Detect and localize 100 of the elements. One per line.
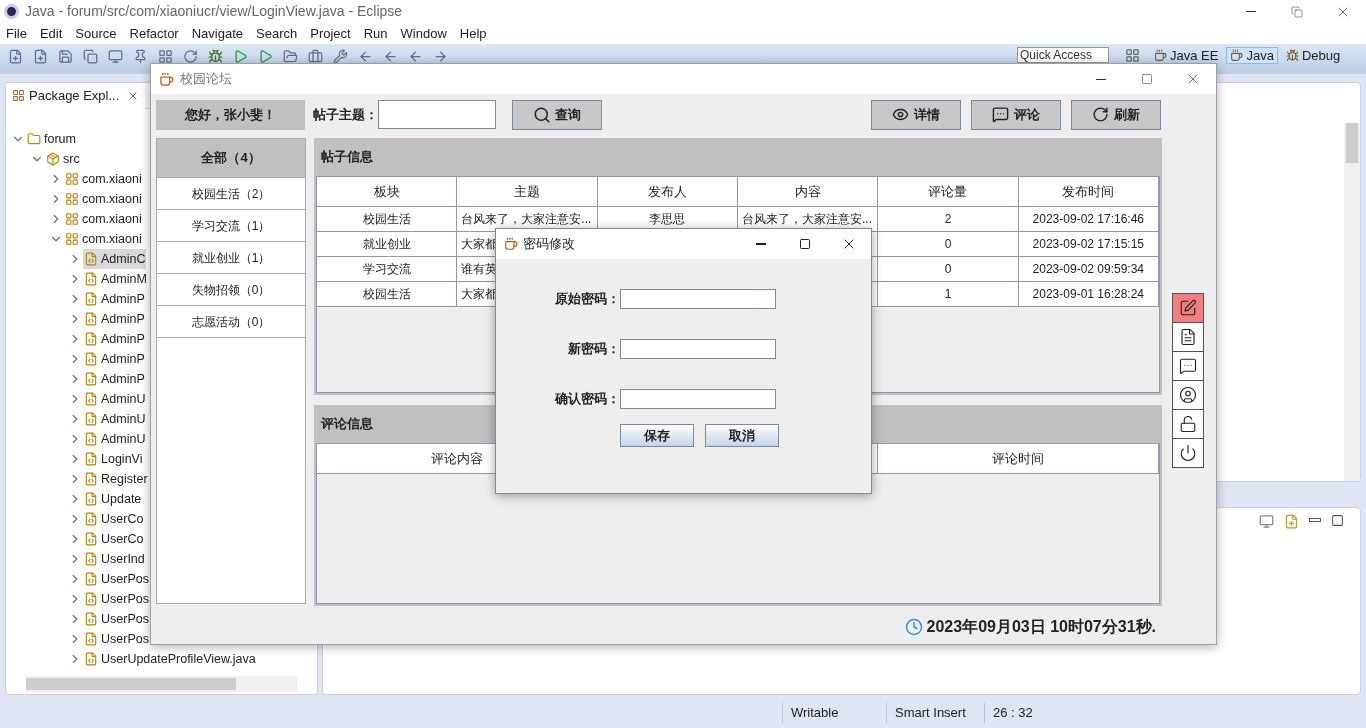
perspective-tab[interactable]: Debug [1281, 47, 1345, 64]
new-console-icon[interactable] [1284, 514, 1299, 529]
side-tool-button[interactable] [1172, 322, 1204, 352]
column-header[interactable]: 板块 [317, 177, 458, 206]
menu-item[interactable]: Source [75, 23, 117, 44]
side-tool-button[interactable] [1172, 409, 1204, 439]
field-label: 确认密码： [553, 390, 620, 409]
category-item[interactable]: 校园生活（2） [157, 178, 305, 210]
menu-item[interactable]: Window [400, 23, 447, 44]
toolbar-icon[interactable] [133, 49, 148, 64]
tree-item[interactable]: AdminU [83, 429, 147, 449]
tree-item[interactable]: UserPos [83, 609, 150, 629]
toolbar-icon[interactable] [183, 49, 198, 64]
category-item[interactable]: 全部（4） [157, 139, 305, 178]
toolbar-icon[interactable] [408, 49, 423, 64]
category-item[interactable]: 就业创业（1） [157, 242, 305, 274]
tree-item[interactable]: com.xiaoni [64, 229, 143, 249]
menu-item[interactable]: Search [256, 23, 298, 44]
table-cell: 就业创业 [317, 232, 458, 256]
action-button[interactable]: 评论 [971, 99, 1061, 130]
table-cell: 2023-09-02 09:59:34 [1018, 257, 1159, 281]
tree-item[interactable]: AdminP [83, 349, 146, 369]
tree-item[interactable]: Update [83, 489, 143, 509]
tree-item[interactable]: AdminP [83, 289, 146, 309]
side-tool-button[interactable] [1172, 438, 1204, 468]
menu-item[interactable]: Refactor [129, 23, 179, 44]
toolbar-icon[interactable] [258, 49, 273, 64]
search-button[interactable]: 查询 [512, 99, 602, 130]
menu-item[interactable]: Navigate [191, 23, 243, 44]
toolbar-icon[interactable] [433, 49, 448, 64]
toolbar-icon[interactable] [283, 49, 298, 64]
column-header[interactable]: 评论时间 [878, 444, 1159, 473]
tree-item[interactable]: com.xiaoni [64, 209, 143, 229]
toolbar-icon[interactable] [108, 49, 123, 64]
tree-item[interactable]: AdminM [83, 269, 148, 289]
tree-item[interactable]: src [45, 149, 81, 169]
tree-item[interactable]: Register [83, 469, 149, 489]
perspective-tab[interactable]: Java [1226, 47, 1278, 64]
toolbar-icon[interactable] [158, 49, 173, 64]
tree-item[interactable]: UserInd [83, 549, 146, 569]
side-tool-button[interactable] [1172, 351, 1204, 381]
tree-item[interactable]: UserCo [83, 509, 145, 529]
side-tool-button[interactable] [1172, 380, 1204, 410]
dialog-button[interactable]: 取消 [705, 424, 779, 447]
tree-item[interactable]: AdminC [83, 249, 147, 269]
toolbar-icon[interactable] [208, 49, 223, 64]
maximize-icon[interactable] [1331, 514, 1344, 527]
tree-item[interactable]: UserPos [83, 569, 150, 589]
tree-item[interactable]: AdminP [83, 309, 146, 329]
tree-item[interactable]: forum [26, 129, 77, 149]
menu-item[interactable]: Project [310, 23, 351, 44]
toolbar-icon[interactable] [358, 49, 373, 64]
column-header[interactable]: 内容 [738, 177, 879, 206]
menu-item[interactable]: File [6, 23, 27, 44]
password-field[interactable] [620, 339, 776, 359]
package-icon [65, 192, 79, 206]
dialog-button[interactable]: 保存 [620, 424, 694, 447]
toolbar-icon[interactable] [333, 49, 348, 64]
category-item[interactable]: 学习交流（1） [157, 210, 305, 242]
toolbar-icon[interactable] [58, 49, 73, 64]
tree-item[interactable]: UserPos [83, 589, 150, 609]
category-item[interactable]: 志愿活动（0） [157, 306, 305, 338]
menu-item[interactable]: Edit [39, 23, 63, 44]
open-perspective-icon[interactable] [1125, 48, 1140, 63]
tree-item[interactable]: AdminU [83, 409, 147, 429]
menu-item[interactable]: Help [459, 23, 487, 44]
toolbar-icon[interactable] [383, 49, 398, 64]
column-header[interactable]: 主题 [457, 177, 598, 206]
quick-access-field[interactable]: Quick Access [1017, 47, 1109, 63]
password-field[interactable] [620, 289, 776, 309]
column-header[interactable]: 发布人 [597, 177, 738, 206]
tree-item[interactable]: LoginVi [83, 449, 144, 469]
horizontal-scrollbar[interactable] [26, 676, 297, 692]
tree-item[interactable]: AdminP [83, 329, 146, 349]
action-button[interactable]: 详情 [871, 99, 961, 130]
tree-item[interactable]: AdminP [83, 369, 146, 389]
tree-item[interactable]: com.xiaoni [64, 189, 143, 209]
category-item[interactable]: 失物招领（0） [157, 274, 305, 306]
column-header[interactable]: 发布时间 [1018, 177, 1159, 206]
password-field[interactable] [620, 389, 776, 409]
tree-item[interactable]: AdminU [83, 389, 147, 409]
package-explorer-tab[interactable]: Package Expl... [6, 83, 146, 109]
toolbar-icon[interactable] [308, 49, 323, 64]
console-icon[interactable] [1259, 514, 1274, 529]
perspective-tab[interactable]: Java EE [1150, 47, 1223, 64]
tree-item[interactable]: UserCo [83, 529, 145, 549]
tree-item[interactable]: com.xiaoni [64, 169, 143, 189]
vertical-scrollbar[interactable] [1344, 123, 1360, 481]
minimize-icon[interactable] [1309, 518, 1321, 522]
table-cell: 校园生活 [317, 282, 458, 306]
toolbar-icon[interactable] [83, 49, 98, 64]
menu-item[interactable]: Run [363, 23, 388, 44]
tree-item[interactable]: UserUpdateProfileView.java [83, 649, 257, 669]
topic-search-field[interactable] [378, 100, 496, 129]
toolbar-icon[interactable] [8, 49, 23, 64]
action-button[interactable]: 刷新 [1071, 99, 1161, 130]
column-header[interactable]: 评论量 [878, 177, 1019, 206]
toolbar-icon[interactable] [233, 49, 248, 64]
toolbar-icon[interactable] [33, 49, 48, 64]
tree-item[interactable]: UserPos [83, 629, 150, 649]
